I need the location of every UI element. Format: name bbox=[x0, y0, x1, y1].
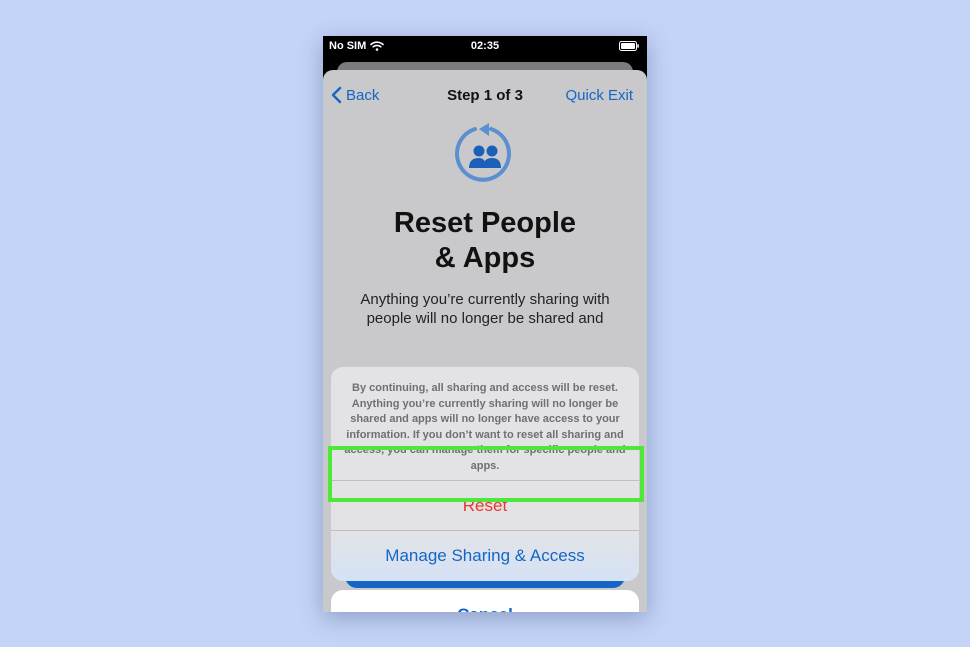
quick-exit-button[interactable]: Quick Exit bbox=[565, 87, 633, 104]
reset-people-icon bbox=[455, 123, 511, 182]
manage-sharing-button[interactable]: Manage Sharing & Access bbox=[331, 531, 639, 581]
battery-icon bbox=[619, 41, 639, 51]
page-title-line2: & Apps bbox=[434, 242, 536, 274]
status-bar: No SIM 02:35 bbox=[323, 36, 647, 58]
status-time: 02:35 bbox=[470, 40, 500, 52]
action-sheet: By continuing, all sharing and access wi… bbox=[331, 367, 639, 581]
phone-screen: No SIM 02:35 Back Step 1 of 3 Quick Exit bbox=[323, 36, 647, 612]
action-sheet-message: By continuing, all sharing and access wi… bbox=[344, 382, 626, 472]
reset-button[interactable]: Reset bbox=[331, 481, 639, 531]
page-description: Anything you’re currently sharing with p… bbox=[360, 291, 610, 327]
reset-sheet: Back Step 1 of 3 Quick Exit Reset People… bbox=[323, 70, 647, 612]
page-title-line1: Reset People bbox=[393, 207, 577, 239]
cancel-button[interactable]: Cancel bbox=[331, 590, 639, 612]
nav-bar: Back Step 1 of 3 Quick Exit bbox=[323, 70, 647, 118]
page-title: Reset People & Apps bbox=[343, 206, 627, 276]
